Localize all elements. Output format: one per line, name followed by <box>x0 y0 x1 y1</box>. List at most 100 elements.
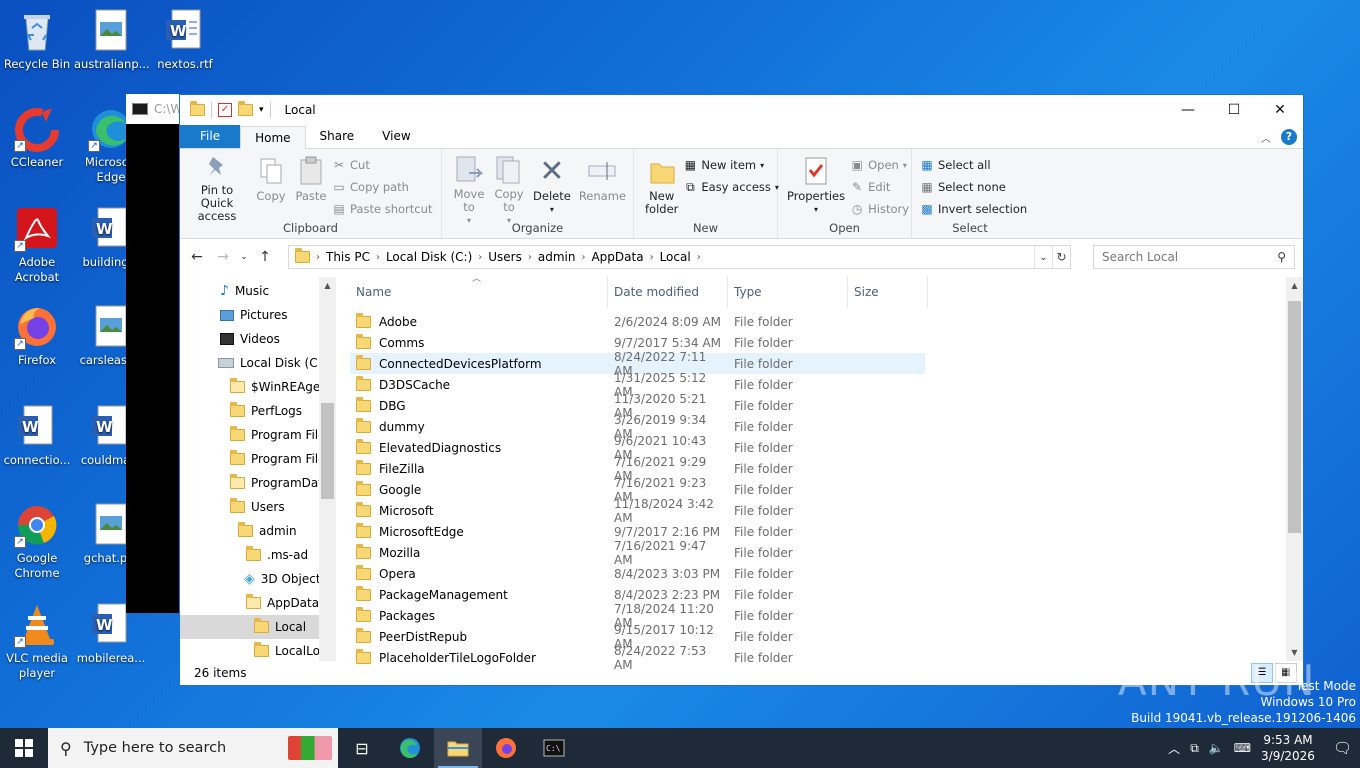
nav-item-music[interactable]: ♪ Music <box>180 279 336 303</box>
start-button[interactable] <box>0 728 48 768</box>
taskbar-cmd[interactable]: C:\ <box>530 728 578 768</box>
pin-quick-access-button[interactable]: Pin to Quick access <box>184 153 250 223</box>
delete-button[interactable]: ✕ Delete ▾ <box>530 153 574 220</box>
tab-view[interactable]: View <box>368 125 424 148</box>
volume-icon[interactable]: 🔈 <box>1209 741 1224 755</box>
nav-scrollbar-thumb[interactable] <box>321 403 334 499</box>
up-button[interactable]: ↑ <box>254 249 276 265</box>
file-row[interactable]: Opera 8/4/2023 3:03 PM File folder <box>350 563 925 584</box>
chevron-right-icon[interactable]: › <box>316 252 320 263</box>
address-dropdown-icon[interactable]: ⌄ <box>1034 246 1052 268</box>
desktop-icon-ccleaner[interactable]: ↗ CCleaner <box>0 106 74 170</box>
file-explorer-window[interactable]: ✓ ▾ Local — ☐ ✕ File Home Share View ︿ ?… <box>179 94 1304 686</box>
new-folder-button[interactable]: New folder <box>642 153 681 220</box>
breadcrumb-local-disk[interactable]: Local Disk (C:) <box>386 250 472 264</box>
history-button[interactable]: ◷ History <box>850 200 909 218</box>
close-button[interactable]: ✕ <box>1257 95 1303 125</box>
notifications-icon[interactable]: 🗨 <box>1333 739 1352 757</box>
properties-quick-icon[interactable]: ✓ <box>218 103 232 117</box>
recent-locations-icon[interactable]: ⌄ <box>238 252 250 262</box>
chevron-right-icon[interactable]: › <box>528 252 532 263</box>
network-icon[interactable]: ⧉ <box>1190 741 1199 756</box>
maximize-button[interactable]: ☐ <box>1211 95 1257 125</box>
properties-button[interactable]: Properties ▾ <box>784 153 848 220</box>
nav-item-local[interactable]: Local <box>180 615 336 639</box>
nav-item-local-disk[interactable]: Local Disk (C:) <box>180 351 336 375</box>
desktop-icon-vlc[interactable]: ↗ VLC media player <box>0 602 74 681</box>
desktop-icon-acrobat[interactable]: ↗ Adobe Acrobat <box>0 206 74 285</box>
column-type[interactable]: Type <box>728 277 848 307</box>
clock[interactable]: 9:53 AM 3/9/2026 <box>1261 732 1315 764</box>
cmd-window[interactable]: C:\W <box>126 94 186 613</box>
chevron-right-icon[interactable]: › <box>697 252 701 263</box>
copy-path-button[interactable]: ▭ Copy path <box>332 178 432 196</box>
cmd-titlebar[interactable]: C:\W <box>126 94 186 124</box>
tab-home[interactable]: Home <box>240 126 306 149</box>
move-to-button[interactable]: Move to ▾ <box>450 153 488 225</box>
nav-item-appdata[interactable]: AppData <box>180 591 336 615</box>
scroll-up-icon[interactable]: ▲ <box>319 277 336 294</box>
breadcrumb-this-pc[interactable]: This PC <box>326 250 370 264</box>
quick-access-dropdown-icon[interactable]: ▾ <box>259 105 264 115</box>
nav-item-users[interactable]: Users <box>180 495 336 519</box>
nav-item-pictures[interactable]: Pictures <box>180 303 336 327</box>
nav-item-3d-objects[interactable]: ◈ 3D Objects <box>180 567 336 591</box>
open-button[interactable]: ▣ Open ▾ <box>850 156 909 174</box>
chevron-right-icon[interactable]: › <box>478 252 482 263</box>
task-view-button[interactable]: ⊟ <box>338 728 386 768</box>
desktop-icon-image-file[interactable]: australianp... <box>74 8 150 72</box>
address-bar[interactable]: › This PC › Local Disk (C:) › Users › ad… <box>288 245 1071 269</box>
nav-item-perflogs[interactable]: PerfLogs <box>180 399 336 423</box>
paste-shortcut-button[interactable]: ▤ Paste shortcut <box>332 200 432 218</box>
column-size[interactable]: Size <box>848 277 928 307</box>
nav-item-program-files[interactable]: Program Files <box>180 423 336 447</box>
navigation-pane[interactable]: ♪ Music Pictures Videos Local Disk (C:) $… <box>180 277 336 661</box>
desktop-icon-recycle-bin[interactable]: Recycle Bin <box>0 8 74 72</box>
select-all-button[interactable]: ▦ Select all <box>920 156 1027 174</box>
file-row[interactable]: Adobe 2/6/2024 8:09 AM File folder <box>350 311 925 332</box>
back-button[interactable]: ← <box>186 249 208 265</box>
chevron-right-icon[interactable]: › <box>376 252 380 263</box>
taskbar-file-explorer[interactable] <box>434 728 482 768</box>
invert-selection-button[interactable]: ▩ Invert selection <box>920 200 1027 218</box>
copy-to-button[interactable]: Copy to ▾ <box>490 153 528 225</box>
copy-button[interactable]: Copy <box>252 153 290 220</box>
collapse-ribbon-icon[interactable]: ︿ <box>1261 130 1271 145</box>
tab-file[interactable]: File <box>180 125 241 148</box>
file-row[interactable]: Microsoft 11/18/2024 3:42 AM File folder <box>350 497 925 525</box>
explorer-titlebar[interactable]: ✓ ▾ Local — ☐ ✕ <box>180 95 1303 125</box>
nav-item-admin[interactable]: admin <box>180 519 336 543</box>
nav-item-winreagent[interactable]: $WinREAgent <box>180 375 336 399</box>
file-list-scrollbar-thumb[interactable] <box>1288 301 1301 533</box>
cut-button[interactable]: ✂ Cut <box>332 156 432 174</box>
nav-item-videos[interactable]: Videos <box>180 327 336 351</box>
nav-item-programdata[interactable]: ProgramData <box>180 471 336 495</box>
file-list-scrollbar[interactable]: ▲ ▼ <box>1286 277 1303 661</box>
taskbar-firefox[interactable] <box>482 728 530 768</box>
breadcrumb-admin[interactable]: admin <box>538 250 576 264</box>
desktop-icon-word-doc[interactable]: W connectio... <box>0 404 74 468</box>
file-row[interactable]: Mozilla 7/16/2021 9:47 AM File folder <box>350 539 925 567</box>
desktop-icon-chrome[interactable]: ↗ Google Chrome <box>0 502 74 581</box>
chevron-right-icon[interactable]: › <box>650 252 654 263</box>
breadcrumb-users[interactable]: Users <box>488 250 522 264</box>
nav-item-locallow[interactable]: LocalLow <box>180 639 336 661</box>
breadcrumb-local[interactable]: Local <box>660 250 691 264</box>
tab-share[interactable]: Share <box>306 125 369 148</box>
select-none-button[interactable]: ▦ Select none <box>920 178 1027 196</box>
forward-button[interactable]: → <box>212 249 234 265</box>
rename-button[interactable]: Rename <box>576 153 629 220</box>
show-hidden-icons-icon[interactable]: ︿ <box>1168 740 1180 757</box>
edit-button[interactable]: ✎ Edit <box>850 178 909 196</box>
new-folder-quick-icon[interactable] <box>238 101 253 116</box>
file-list-pane[interactable]: ︿ Name Date modified Type Size Adobe 2/6/… <box>336 274 1303 672</box>
nav-item-ms-ad[interactable]: .ms-ad <box>180 543 336 567</box>
help-icon[interactable]: ? <box>1281 129 1297 145</box>
paste-button[interactable]: Paste <box>292 153 330 220</box>
minimize-button[interactable]: — <box>1165 95 1211 125</box>
column-date-modified[interactable]: Date modified <box>608 277 728 307</box>
desktop-icon-word-doc[interactable]: W nextos.rtf <box>148 8 222 72</box>
nav-item-program-files-x86[interactable]: Program Files <box>180 447 336 471</box>
desktop-icon-firefox[interactable]: ↗ Firefox <box>0 304 74 368</box>
language-icon[interactable]: ⌨ <box>1234 741 1251 755</box>
